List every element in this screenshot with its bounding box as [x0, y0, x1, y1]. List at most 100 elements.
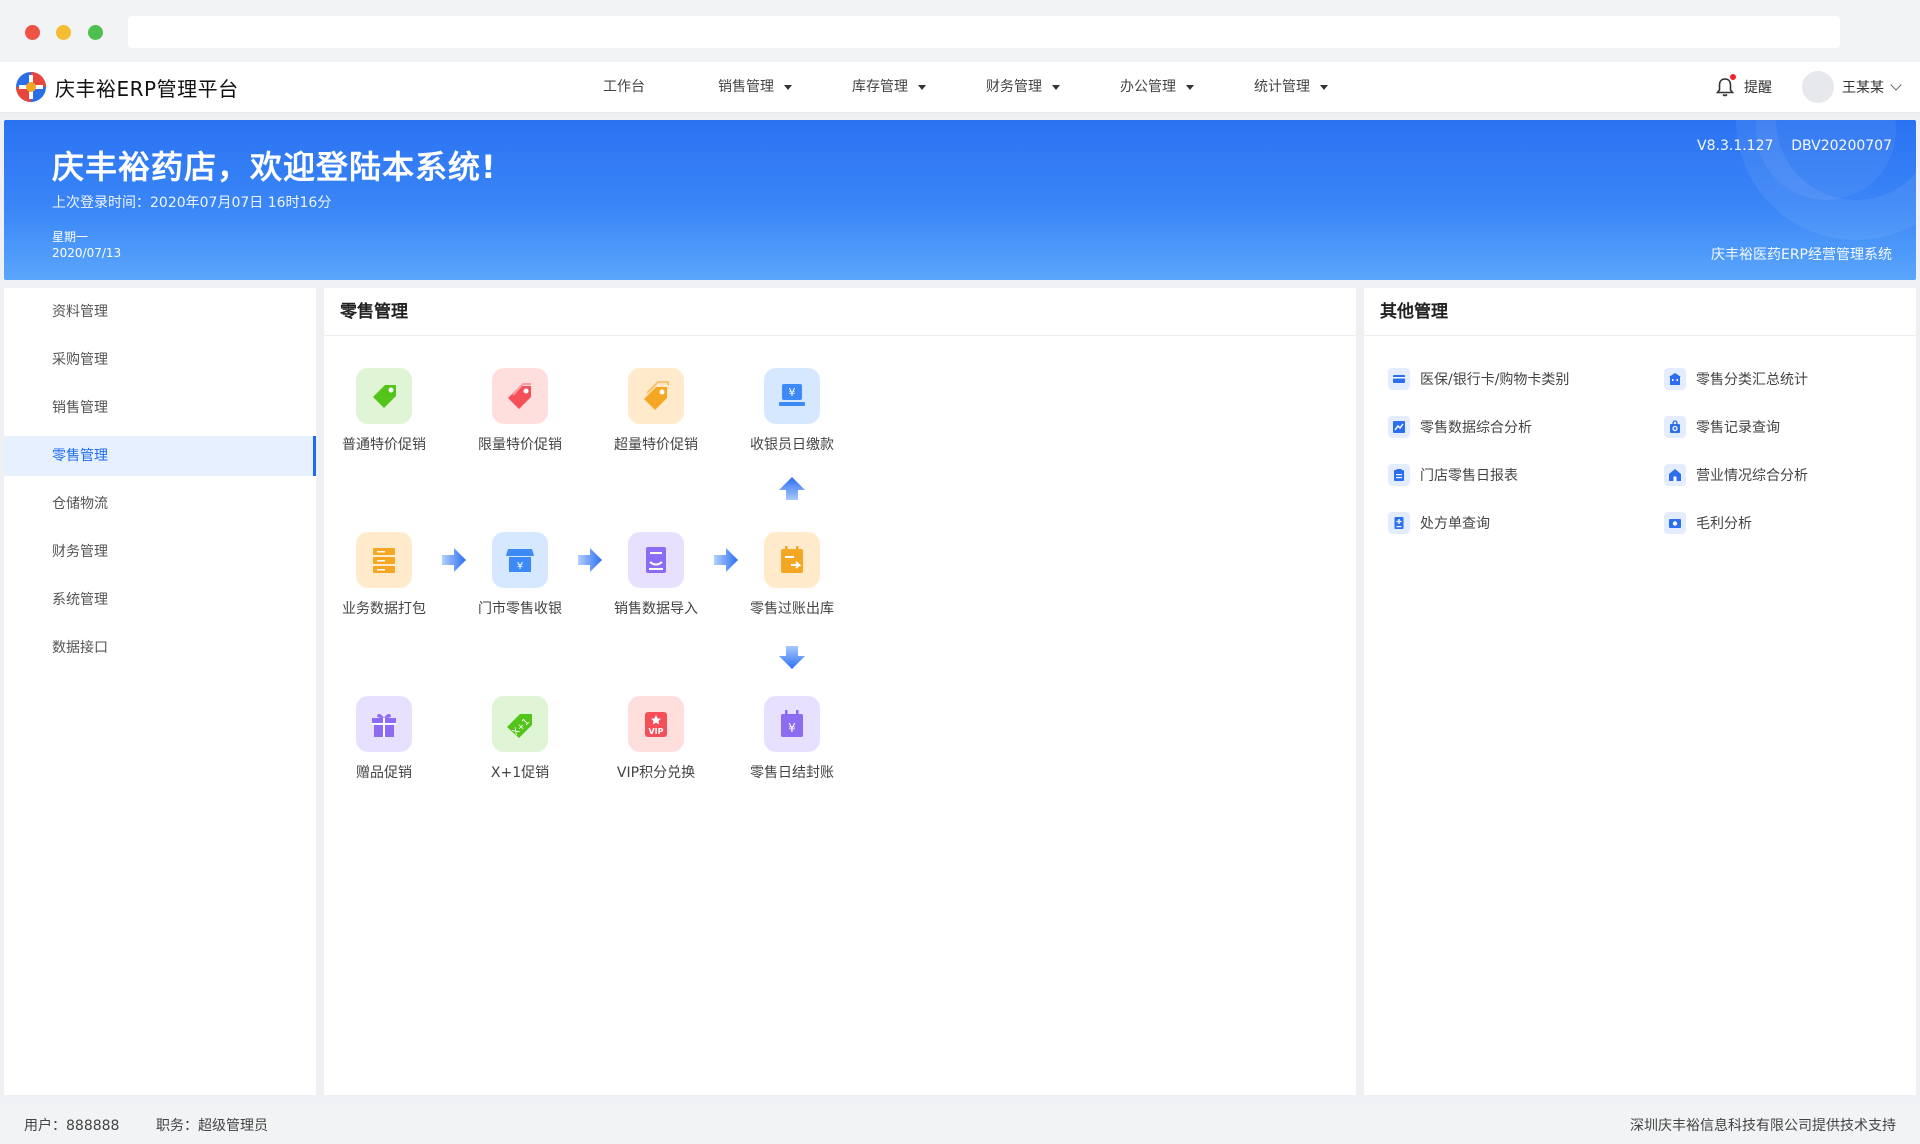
list-item-label: 零售记录查询 — [1696, 420, 1780, 436]
sidebar-item-finance[interactable]: 财务管理 — [4, 532, 316, 572]
list-item-label: 零售数据综合分析 — [1420, 420, 1532, 436]
caret-down-icon — [918, 84, 926, 90]
list-item-retail-data-analysis[interactable]: 零售数据综合分析 — [1388, 416, 1532, 438]
cashier-laptop-icon: ¥ — [764, 368, 820, 424]
arrow-down-icon — [779, 646, 805, 669]
list-item-store-daily-report[interactable]: 门店零售日报表 — [1388, 464, 1518, 486]
bag-search-icon — [1664, 416, 1686, 438]
list-item-label: 营业情况综合分析 — [1696, 468, 1808, 484]
tile-normal-special-promo[interactable]: 普通特价促销 — [324, 368, 444, 454]
menu-item-label: 工作台 — [603, 79, 645, 95]
svg-text:VIP: VIP — [648, 727, 663, 736]
menu-item-workbench[interactable]: 工作台 — [560, 62, 688, 112]
orange-tag-icon — [628, 368, 684, 424]
tile-cashier-daily-payment[interactable]: ¥ 收银员日缴款 — [732, 368, 852, 454]
inbox-import-icon — [628, 532, 684, 588]
bell-icon[interactable] — [1714, 74, 1736, 98]
system-name: 庆丰裕医药ERP经营管理系统 — [1710, 247, 1892, 263]
building-icon — [1664, 368, 1686, 390]
house-icon — [1664, 464, 1686, 486]
welcome-title: 庆丰裕药店，欢迎登陆本系统! — [52, 148, 497, 186]
app-logo[interactable]: 庆丰裕ERP管理平台 — [15, 71, 239, 103]
window-maximize-button[interactable] — [88, 25, 103, 40]
tile-xplus1-promo[interactable]: X+1 X+1促销 — [460, 696, 580, 782]
sidebar-item-purchase[interactable]: 采购管理 — [4, 340, 316, 380]
menu-item-office[interactable]: 办公管理 — [1090, 62, 1224, 112]
list-item-gross-profit-analysis[interactable]: 毛利分析 — [1664, 512, 1752, 534]
menu-item-statistics[interactable]: 统计管理 — [1224, 62, 1358, 112]
tile-retail-posting-outbound[interactable]: 零售过账出库 — [732, 532, 852, 618]
chevron-down-icon[interactable] — [1890, 79, 1902, 91]
tile-overquantity-special-promo[interactable]: 超量特价促销 — [596, 368, 716, 454]
tile-store-retail-cashier[interactable]: ¥ 门市零售收银 — [460, 532, 580, 618]
tile-limited-special-promo[interactable]: 限量特价促销 — [460, 368, 580, 454]
window-close-button[interactable] — [25, 25, 40, 40]
window-minimize-button[interactable] — [56, 25, 71, 40]
list-item-label: 医保/银行卡/购物卡类别 — [1420, 372, 1570, 388]
tile-label: 零售过账出库 — [750, 601, 834, 617]
sidebar-item-retail[interactable]: 零售管理 — [4, 436, 316, 476]
tile-retail-daily-close[interactable]: ¥ 零售日结封账 — [732, 696, 852, 782]
tile-business-data-package[interactable]: 业务数据打包 — [324, 532, 444, 618]
browser-chrome — [0, 0, 1920, 62]
list-item-label: 处方单查询 — [1420, 516, 1490, 532]
user-name[interactable]: 王某某 — [1842, 77, 1884, 97]
panel-title: 其他管理 — [1364, 288, 1916, 336]
nav-right: 提醒 王某某 — [1714, 62, 1902, 112]
weekday: 星期一 — [52, 230, 89, 244]
sidebar-item-sales[interactable]: 销售管理 — [4, 388, 316, 428]
sidebar-item-system[interactable]: 系统管理 — [4, 580, 316, 620]
menu-item-inventory[interactable]: 库存管理 — [822, 62, 956, 112]
current-date: 2020/07/13 — [52, 246, 122, 260]
list-item-label: 毛利分析 — [1696, 516, 1752, 532]
list-item-card-types[interactable]: 医保/银行卡/购物卡类别 — [1388, 368, 1569, 390]
menu-item-label: 办公管理 — [1120, 79, 1176, 95]
tile-label: VIP积分兑换 — [616, 765, 696, 781]
app-title: 庆丰裕ERP管理平台 — [55, 76, 239, 101]
list-item-business-analysis[interactable]: 营业情况综合分析 — [1664, 464, 1808, 486]
last-login-time: 上次登录时间：2020年07月07日 16时16分 — [52, 195, 332, 211]
tile-label: 限量特价促销 — [478, 437, 562, 453]
tile-label: 零售日结封账 — [750, 765, 834, 781]
sidebar: 资料管理 采购管理 销售管理 零售管理 仓储物流 财务管理 系统管理 数据接口 — [4, 288, 316, 1095]
calendar-export-icon — [764, 532, 820, 588]
list-item-retail-category-summary[interactable]: 零售分类汇总统计 — [1664, 368, 1808, 390]
menu-item-finance[interactable]: 财务管理 — [956, 62, 1090, 112]
tile-label: 赠品促销 — [356, 765, 412, 781]
calendar-yen-icon: ¥ — [764, 696, 820, 752]
red-tag-icon — [492, 368, 548, 424]
tile-label: 销售数据导入 — [614, 601, 698, 617]
menu-item-sales[interactable]: 销售管理 — [688, 62, 822, 112]
avatar[interactable] — [1802, 71, 1834, 103]
notification-dot — [1730, 74, 1736, 80]
store-icon: ¥ — [492, 532, 548, 588]
sidebar-item-data[interactable]: 资料管理 — [4, 292, 316, 332]
caret-down-icon — [1186, 84, 1194, 90]
retail-panel: 零售管理 普通特价促销 限量特价促销 超量特价促销 ¥ 收银员日缴款 业务数据打… — [324, 288, 1356, 1095]
sidebar-item-warehouse[interactable]: 仓储物流 — [4, 484, 316, 524]
svg-text:¥: ¥ — [788, 721, 796, 735]
tile-label: 超量特价促销 — [614, 437, 698, 453]
vip-card-icon: VIP — [628, 696, 684, 752]
tile-vip-points-exchange[interactable]: VIP VIP积分兑换 — [596, 696, 716, 782]
address-bar[interactable] — [128, 16, 1840, 48]
caret-down-icon — [1320, 84, 1328, 90]
document-icon — [1388, 512, 1410, 534]
tile-sales-data-import[interactable]: 销售数据导入 — [596, 532, 716, 618]
list-item-label: 零售分类汇总统计 — [1696, 372, 1808, 388]
main-menu: 工作台 销售管理 库存管理 财务管理 办公管理 统计管理 — [560, 62, 1358, 112]
caret-down-icon — [1052, 84, 1060, 90]
menu-item-label: 库存管理 — [852, 79, 908, 95]
sidebar-item-data-interface[interactable]: 数据接口 — [4, 628, 316, 668]
reminder-label[interactable]: 提醒 — [1744, 77, 1772, 97]
footer-role: 职务：超级管理员 — [156, 1118, 268, 1134]
list-item-retail-record-query[interactable]: 零售记录查询 — [1664, 416, 1780, 438]
svg-text:¥: ¥ — [517, 561, 523, 572]
menu-item-label: 统计管理 — [1254, 79, 1310, 95]
server-stack-icon — [356, 532, 412, 588]
tile-label: X+1促销 — [490, 765, 550, 781]
tile-gift-promo[interactable]: 赠品促销 — [324, 696, 444, 782]
svg-text:¥: ¥ — [789, 386, 796, 399]
list-item-label: 门店零售日报表 — [1420, 468, 1518, 484]
list-item-prescription-query[interactable]: 处方单查询 — [1388, 512, 1490, 534]
